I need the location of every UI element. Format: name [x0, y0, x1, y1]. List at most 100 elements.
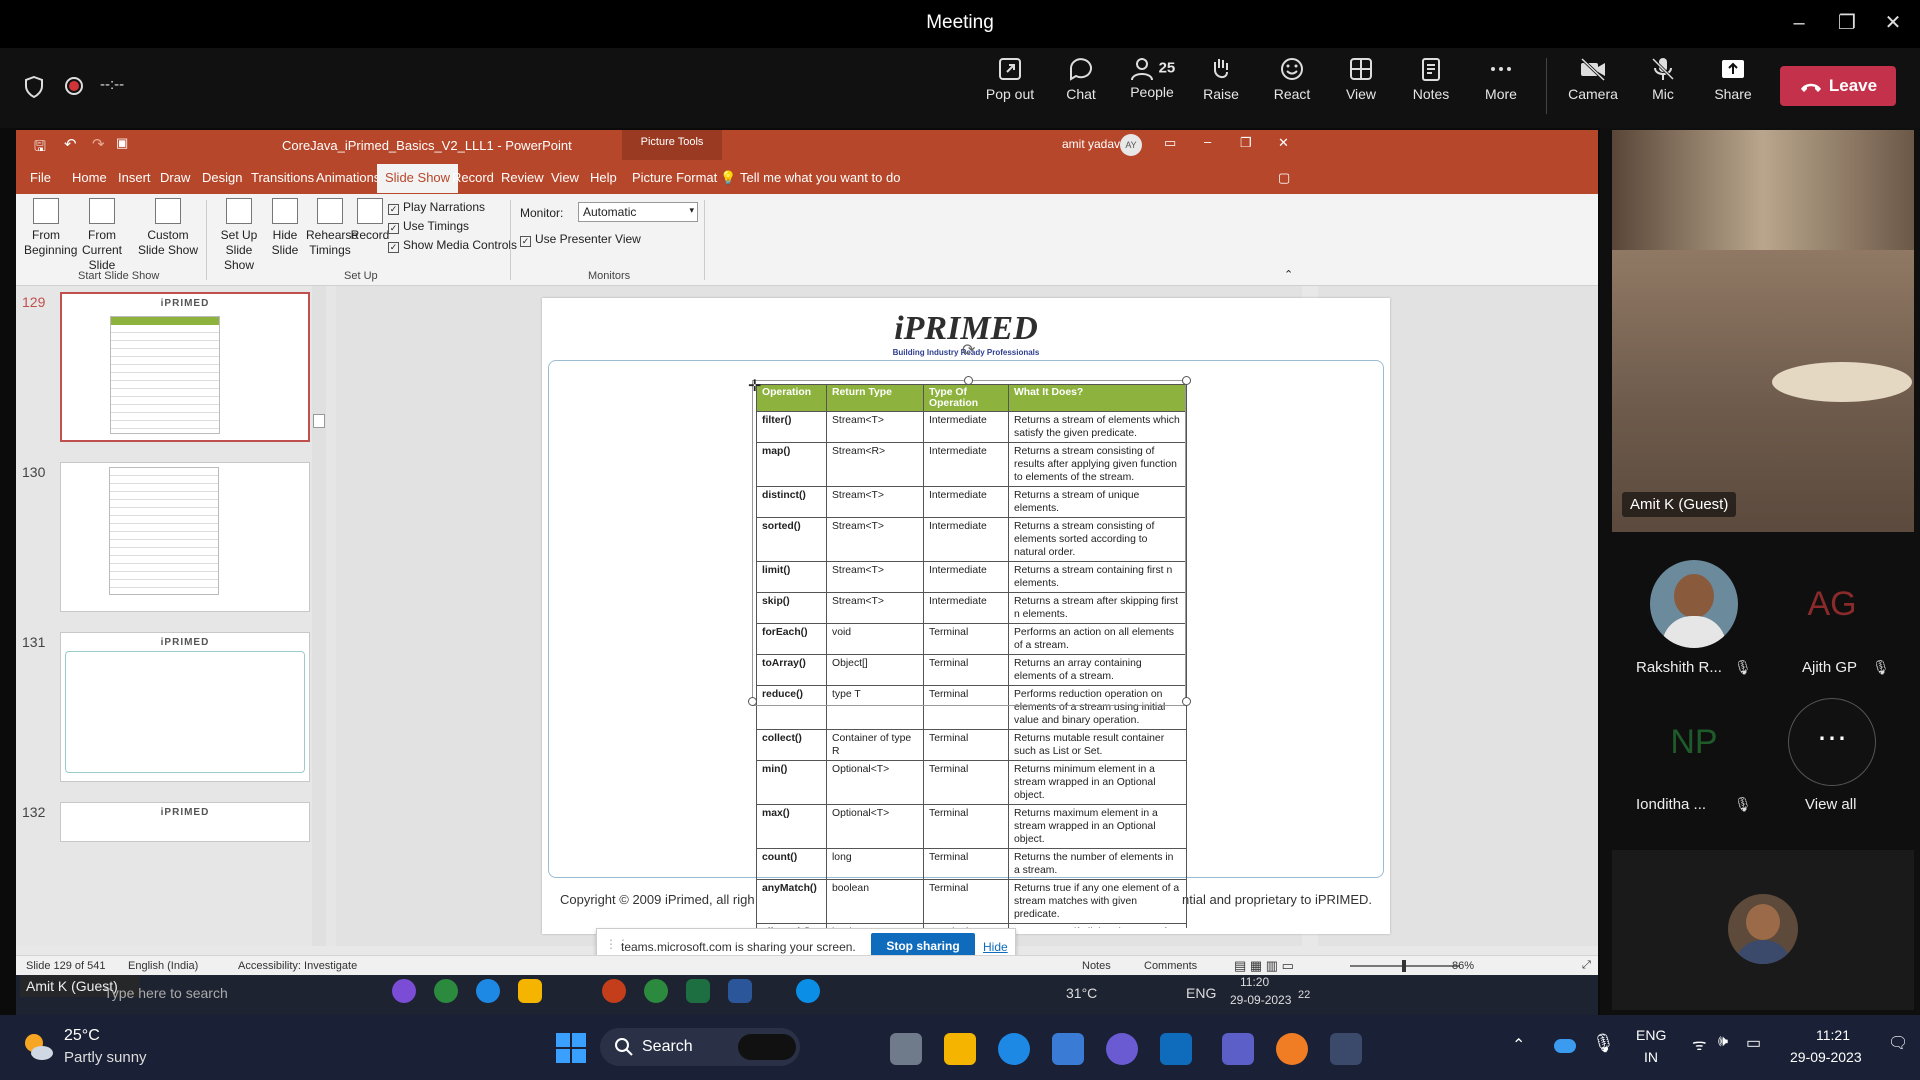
- onedrive-icon[interactable]: [1554, 1039, 1576, 1053]
- notes-button[interactable]: Notes: [1396, 56, 1466, 102]
- view-button[interactable]: View: [1326, 56, 1396, 102]
- edge-icon[interactable]: [476, 979, 500, 1003]
- resize-handle[interactable]: [748, 697, 757, 706]
- people-button[interactable]: 25 People: [1116, 56, 1188, 100]
- participant-video[interactable]: Amit K (Guest): [1612, 130, 1914, 532]
- weather-temp[interactable]: 25°C: [64, 1027, 100, 1045]
- rehearse-timings-button[interactable]: Rehearse Timings: [306, 198, 358, 258]
- slide-thumbnail-131[interactable]: iPRIMED: [60, 632, 310, 782]
- collapse-ribbon-icon[interactable]: ⌃: [1284, 268, 1293, 281]
- slide-thumbnail-130[interactable]: [60, 462, 310, 612]
- avatar[interactable]: NP: [1650, 698, 1738, 786]
- pop-out-button[interactable]: Pop out: [975, 56, 1045, 102]
- tab-help[interactable]: Help: [590, 170, 617, 185]
- slide-thumbnail-129[interactable]: iPRIMED: [60, 292, 310, 442]
- camera-button[interactable]: Camera: [1558, 56, 1628, 102]
- ribbon-display-icon[interactable]: ▭: [1164, 135, 1176, 151]
- tab-transitions[interactable]: Transitions: [251, 170, 314, 185]
- hide-slide-button[interactable]: Hide Slide: [270, 198, 300, 258]
- mic-button[interactable]: Mic: [1628, 56, 1698, 102]
- app-icon[interactable]: [1106, 1033, 1138, 1065]
- tab-view[interactable]: View: [551, 170, 579, 185]
- tab-animations[interactable]: Animations: [316, 170, 380, 185]
- from-current-slide-button[interactable]: From Current Slide: [72, 198, 132, 273]
- tab-picture-format[interactable]: Picture Format: [632, 170, 717, 185]
- zoom-level[interactable]: 86%: [1452, 960, 1474, 972]
- windows-start-icon[interactable]: [556, 1033, 586, 1063]
- react-button[interactable]: React: [1257, 56, 1327, 102]
- more-button[interactable]: More: [1466, 56, 1536, 102]
- redo-icon[interactable]: ↷: [92, 135, 105, 153]
- store-icon[interactable]: [1052, 1033, 1084, 1065]
- slide-thumbnail-132[interactable]: iPRIMED: [60, 802, 310, 842]
- play-narrations-checkbox[interactable]: ✓ Play Narrations: [388, 200, 485, 215]
- notifications-icon[interactable]: 🗨: [1888, 1033, 1908, 1053]
- excel-icon[interactable]: [686, 979, 710, 1003]
- outlook-icon[interactable]: [1160, 1033, 1192, 1065]
- resize-handle[interactable]: [964, 376, 973, 385]
- notification-badge[interactable]: 22: [1298, 989, 1310, 1001]
- language-code[interactable]: ENG: [1636, 1027, 1666, 1043]
- chevron-up-icon[interactable]: ⌃: [1512, 1035, 1525, 1055]
- skype-icon[interactable]: [796, 979, 820, 1003]
- undo-icon[interactable]: ↶: [64, 135, 77, 153]
- notes-toggle[interactable]: Notes: [1082, 960, 1111, 972]
- rotate-handle-icon[interactable]: ⟳: [962, 340, 975, 360]
- show-media-controls-checkbox[interactable]: ✓ Show Media Controls: [388, 238, 517, 253]
- clock-time[interactable]: 11:21: [1816, 1027, 1850, 1043]
- file-explorer-icon[interactable]: [944, 1033, 976, 1065]
- leave-button[interactable]: Leave: [1780, 66, 1896, 106]
- powerpoint-icon[interactable]: [602, 979, 626, 1003]
- thumbnail-scrollbar[interactable]: [312, 286, 326, 946]
- set-up-slide-show-button[interactable]: Set Up Slide Show: [212, 198, 266, 273]
- word-icon[interactable]: [728, 979, 752, 1003]
- chrome-icon[interactable]: [434, 979, 458, 1003]
- view-all-button[interactable]: ⋯: [1788, 698, 1876, 786]
- app-icon[interactable]: [1276, 1033, 1308, 1065]
- weather-desc[interactable]: Partly sunny: [64, 1049, 147, 1066]
- teams-icon[interactable]: [1222, 1033, 1254, 1065]
- pp-close-icon[interactable]: ✕: [1278, 135, 1289, 151]
- comments-icon[interactable]: ▢: [1278, 170, 1290, 186]
- user-avatar[interactable]: AY: [1120, 134, 1142, 156]
- tab-design[interactable]: Design: [202, 170, 242, 185]
- app-icon[interactable]: [1330, 1033, 1362, 1065]
- tab-home[interactable]: Home: [72, 170, 107, 185]
- comments-toggle[interactable]: Comments: [1144, 960, 1197, 972]
- minimize-icon[interactable]: –: [1784, 10, 1814, 36]
- tab-insert[interactable]: Insert: [118, 170, 151, 185]
- avatar[interactable]: AG: [1788, 560, 1876, 648]
- chrome-icon[interactable]: [644, 979, 668, 1003]
- language[interactable]: English (India): [128, 960, 198, 972]
- avatar[interactable]: [1650, 560, 1738, 648]
- wifi-icon[interactable]: ᯤ: [1692, 1033, 1707, 1055]
- record-button[interactable]: Record: [350, 198, 390, 243]
- tab-draw[interactable]: Draw: [160, 170, 190, 185]
- inner-search-box[interactable]: Type here to search: [104, 985, 228, 1001]
- stream-operations-table[interactable]: Operation Return Type Type Of Operation …: [756, 384, 1187, 928]
- from-beginning-button[interactable]: From Beginning: [24, 198, 77, 258]
- chat-button[interactable]: Chat: [1046, 56, 1116, 102]
- custom-slide-show-button[interactable]: Custom Slide Show: [136, 198, 200, 258]
- raise-hand-button[interactable]: Raise: [1186, 56, 1256, 102]
- mic-off-icon[interactable]: 🎙︎: [1592, 1033, 1615, 1054]
- resize-handle[interactable]: [1182, 697, 1191, 706]
- hide-banner-link[interactable]: Hide: [983, 940, 1008, 954]
- share-button[interactable]: Share: [1698, 56, 1768, 102]
- save-icon[interactable]: 🖫: [34, 136, 46, 160]
- close-icon[interactable]: ✕: [1878, 10, 1908, 36]
- restore-icon[interactable]: ❐: [1832, 10, 1862, 36]
- edge-icon[interactable]: [998, 1033, 1030, 1065]
- zoom-slider[interactable]: [1350, 960, 1460, 972]
- start-from-beginning-icon[interactable]: ▣: [116, 135, 128, 151]
- tab-file[interactable]: File: [30, 170, 51, 185]
- monitor-select[interactable]: Automatic ▾: [578, 202, 698, 222]
- battery-icon[interactable]: ▭: [1746, 1033, 1761, 1053]
- tab-record[interactable]: Record: [452, 170, 494, 185]
- pp-minimize-icon[interactable]: –: [1204, 134, 1211, 149]
- fit-slide-icon[interactable]: ⤢: [1582, 959, 1591, 972]
- app-icon[interactable]: [392, 979, 416, 1003]
- pp-restore-icon[interactable]: ❐: [1240, 135, 1252, 151]
- tab-review[interactable]: Review: [501, 170, 544, 185]
- use-presenter-view-checkbox[interactable]: ✓ Use Presenter View: [520, 232, 641, 247]
